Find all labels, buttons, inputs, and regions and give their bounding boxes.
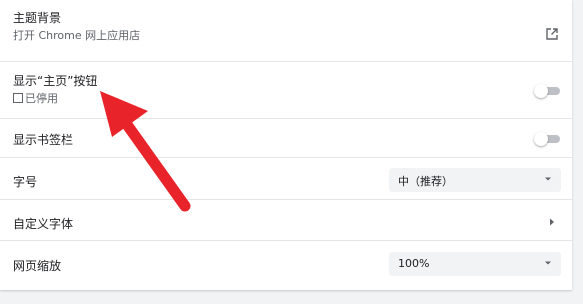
divider: [0, 199, 572, 200]
theme-subtitle: 打开 Chrome 网上应用店: [13, 29, 141, 42]
custom-fonts-label[interactable]: 自定义字体: [13, 215, 73, 232]
chevron-down-icon: [545, 261, 551, 265]
divider: [0, 118, 572, 119]
page-zoom-value: 100%: [398, 257, 430, 270]
divider: [0, 157, 572, 158]
chevron-down-icon: [545, 177, 551, 181]
open-external-icon[interactable]: [545, 27, 559, 41]
font-size-label: 字号: [13, 175, 38, 189]
divider: [0, 61, 572, 62]
appearance-settings-card: 主题背景 打开 Chrome 网上应用店 显示“主页”按钮 已停用 显示书签栏 …: [0, 0, 572, 290]
divider: [0, 240, 572, 241]
toggle-knob: [534, 84, 548, 98]
home-button-status: 已停用: [13, 90, 58, 106]
bookmarks-bar-toggle[interactable]: [534, 132, 560, 146]
font-size-value: 中（推荐）: [398, 175, 453, 188]
home-button-toggle[interactable]: [534, 84, 560, 98]
page-zoom-label: 网页缩放: [13, 259, 62, 273]
toggle-knob: [534, 132, 548, 146]
chevron-right-icon[interactable]: [548, 217, 556, 227]
home-button-subtitle: 已停用: [25, 92, 58, 105]
bookmarks-bar-title: 显示书签栏: [13, 133, 74, 147]
theme-title: 主题背景: [13, 11, 62, 25]
page-zoom-select[interactable]: 100%: [389, 252, 561, 276]
checkbox-icon: [13, 93, 23, 103]
font-size-select[interactable]: 中（推荐）: [389, 168, 561, 192]
home-button-title: 显示“主页”按钮: [13, 74, 98, 88]
